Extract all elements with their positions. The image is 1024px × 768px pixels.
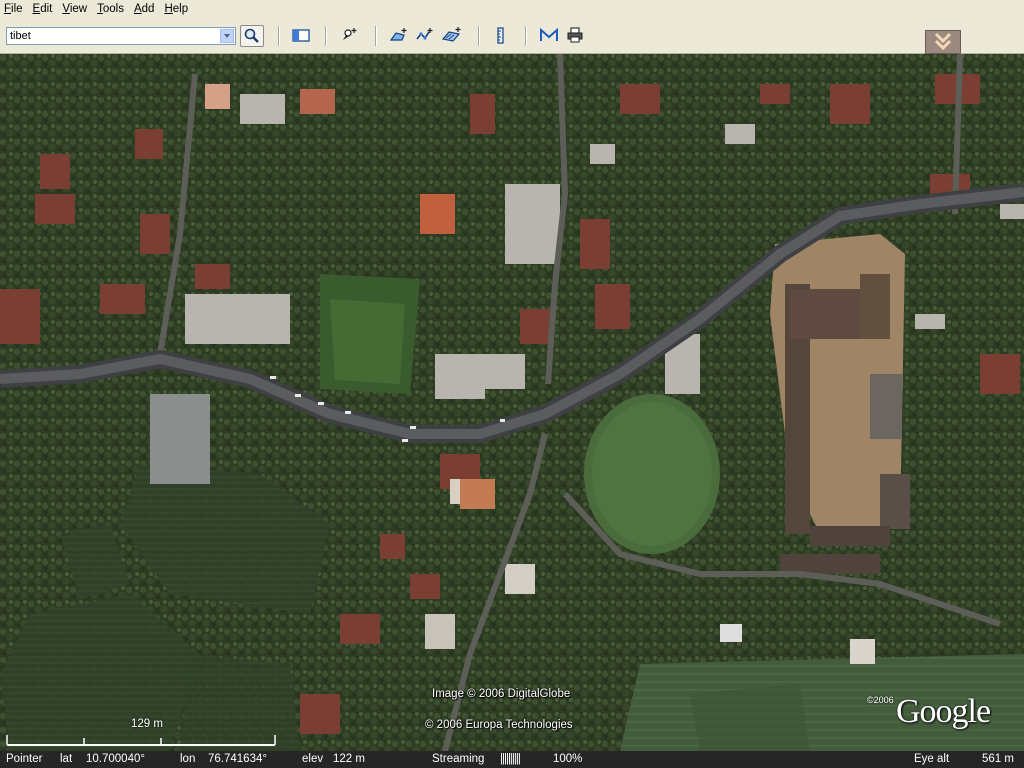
sidebar-toggle-button[interactable] xyxy=(289,25,313,47)
map-view[interactable]: Image © 2006 DigitalGlobe © 2006 Europa … xyxy=(0,54,1024,751)
lat-value: 10.700040° xyxy=(86,753,145,765)
search-icon xyxy=(244,28,259,43)
toolbar-separator xyxy=(478,26,480,46)
toolbar-separator xyxy=(325,26,327,46)
add-polygon-button[interactable] xyxy=(387,25,411,47)
eye-alt-label: Eye alt xyxy=(914,753,950,765)
search-combobox[interactable] xyxy=(6,27,236,45)
polygon-icon xyxy=(389,28,407,41)
path-icon xyxy=(416,28,433,40)
print-icon xyxy=(567,27,583,43)
data-credit: © 2006 Europa Technologies xyxy=(425,719,573,731)
chevron-double-down-icon xyxy=(934,32,952,51)
menu-file[interactable]: File xyxy=(0,0,28,19)
ruler-icon xyxy=(497,27,504,44)
streaming-percent: 100% xyxy=(553,753,583,765)
add-path-button[interactable] xyxy=(413,25,437,47)
ruler-button[interactable] xyxy=(488,25,512,47)
lat-label: lat xyxy=(60,753,73,765)
menu-tools[interactable]: Tools xyxy=(92,0,129,19)
placemark-icon xyxy=(343,28,357,40)
satellite-imagery xyxy=(0,54,1024,751)
streaming-label: Streaming xyxy=(432,753,485,765)
elev-label: elev xyxy=(302,753,324,765)
streaming-progress: |||||||||| xyxy=(500,753,521,765)
toolbar xyxy=(0,19,1024,54)
pointer-label: Pointer xyxy=(6,753,43,765)
add-image-overlay-button[interactable] xyxy=(439,25,463,47)
status-bar: Pointer lat 10.700040° lon 76.741634° el… xyxy=(0,751,1024,768)
toolbar-separator xyxy=(375,26,377,46)
chevron-down-icon[interactable] xyxy=(220,29,234,43)
print-button[interactable] xyxy=(563,25,587,47)
toolbar-separator xyxy=(525,26,527,46)
menu-edit[interactable]: Edit xyxy=(28,0,58,19)
imagery-credit: Image © 2006 DigitalGlobe xyxy=(432,688,571,700)
sidebar-icon xyxy=(292,29,310,42)
search-button[interactable] xyxy=(240,25,264,47)
menu-view[interactable]: View xyxy=(57,0,92,19)
menu-help[interactable]: Help xyxy=(159,0,193,19)
google-logo: Google xyxy=(896,693,991,730)
menu-add[interactable]: Add xyxy=(129,0,159,19)
add-placemark-button[interactable] xyxy=(337,25,361,47)
elev-value: 122 m xyxy=(333,753,365,765)
lon-value: 76.741634° xyxy=(208,753,267,765)
collapse-toolbar-button[interactable] xyxy=(925,30,961,54)
lon-label: lon xyxy=(180,753,196,765)
scale-bar xyxy=(6,735,276,746)
overlay-icon xyxy=(441,27,461,42)
eye-alt-value: 561 m xyxy=(982,753,1014,765)
menu-bar: File Edit View Tools Add Help xyxy=(0,0,1024,19)
search-input[interactable] xyxy=(7,28,218,44)
scale-label: 129 m xyxy=(131,718,163,730)
email-button[interactable] xyxy=(537,25,561,47)
email-icon xyxy=(540,27,558,41)
logo-copyright: ©2006 xyxy=(867,695,894,705)
toolbar-separator xyxy=(278,26,280,46)
